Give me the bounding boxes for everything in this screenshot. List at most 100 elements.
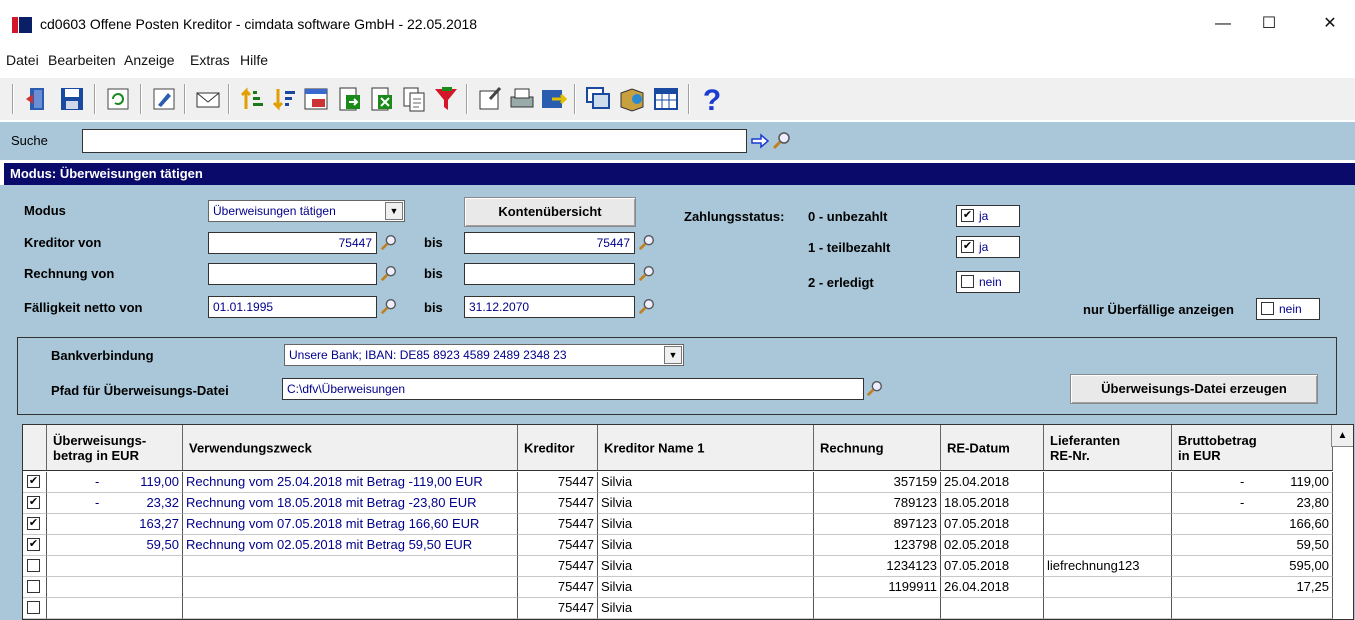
table-cell-rechnung[interactable]: 1199911 bbox=[814, 577, 941, 598]
menu-datei[interactable]: Datei bbox=[6, 52, 39, 68]
magnifier-icon[interactable] bbox=[380, 297, 398, 315]
table-cell-lief[interactable] bbox=[1044, 514, 1172, 535]
table-cell-brutto[interactable]: 166,60 bbox=[1172, 514, 1333, 535]
table-cell-lief[interactable]: liefrechnung123 bbox=[1044, 556, 1172, 577]
checkbox-unchecked-icon[interactable] bbox=[1261, 302, 1274, 315]
scroll-up-icon[interactable]: ▲ bbox=[1331, 425, 1353, 447]
checkbox-checked-icon[interactable]: ✔ bbox=[27, 496, 40, 509]
exit-icon[interactable] bbox=[24, 85, 52, 113]
search-input[interactable] bbox=[82, 129, 747, 153]
table-cell-kreditor[interactable]: 75447 bbox=[518, 493, 598, 514]
table-cell-betrag[interactable] bbox=[47, 598, 183, 619]
table-cell-zweck[interactable] bbox=[183, 556, 518, 577]
bank-select[interactable]: Unsere Bank; IBAN: DE85 8923 4589 2489 2… bbox=[284, 344, 684, 366]
book-icon[interactable] bbox=[618, 85, 646, 113]
table-cell-kreditor[interactable]: 75447 bbox=[518, 556, 598, 577]
table-cell-name[interactable]: Silvia bbox=[598, 493, 814, 514]
properties-icon[interactable] bbox=[476, 85, 504, 113]
table-cell-betrag[interactable] bbox=[47, 556, 183, 577]
maximize-button[interactable]: ☐ bbox=[1246, 8, 1292, 40]
table-cell-lief[interactable] bbox=[1044, 535, 1172, 556]
column-header-kreditor[interactable]: Kreditor bbox=[518, 425, 598, 471]
table-cell-brutto[interactable]: 59,50 bbox=[1172, 535, 1333, 556]
pfad-field[interactable]: C:\dfv\Überweisungen bbox=[282, 378, 864, 400]
table-cell-zweck[interactable]: Rechnung vom 07.05.2018 mit Betrag 166,6… bbox=[183, 514, 518, 535]
table-cell-kreditor[interactable]: 75447 bbox=[518, 535, 598, 556]
sort-asc-icon[interactable] bbox=[238, 85, 266, 113]
table-cell-betrag[interactable]: - 119,00 bbox=[47, 472, 183, 493]
magnifier-icon[interactable] bbox=[638, 264, 656, 282]
checkbox-checked-icon[interactable]: ✔ bbox=[27, 517, 40, 530]
magnifier-icon[interactable] bbox=[772, 130, 792, 150]
table-cell-kreditor[interactable]: 75447 bbox=[518, 514, 598, 535]
table-cell-lief[interactable] bbox=[1044, 493, 1172, 514]
checkbox-checked-icon[interactable]: ✔ bbox=[961, 240, 974, 253]
table-cell-rechnung[interactable]: 897123 bbox=[814, 514, 941, 535]
magnifier-icon[interactable] bbox=[380, 233, 398, 251]
close-button[interactable]: ✕ bbox=[1307, 8, 1353, 40]
edit-icon[interactable] bbox=[150, 85, 178, 113]
checkbox-checked-icon[interactable]: ✔ bbox=[27, 538, 40, 551]
rechnung-from-field[interactable] bbox=[208, 263, 377, 285]
arrow-right-icon[interactable] bbox=[750, 131, 770, 151]
table-cell-kreditor[interactable]: 75447 bbox=[518, 577, 598, 598]
ueberfaellige-checkbox[interactable]: nein bbox=[1256, 298, 1320, 320]
table-cell-datum[interactable]: 18.05.2018 bbox=[941, 493, 1044, 514]
table-cell-betrag[interactable]: 59,50 bbox=[47, 535, 183, 556]
save-icon[interactable] bbox=[58, 85, 86, 113]
kreditor-from-field[interactable]: 75447 bbox=[208, 232, 377, 254]
table-cell-rechnung[interactable] bbox=[814, 598, 941, 619]
table-cell-rechnung[interactable]: 357159 bbox=[814, 472, 941, 493]
table-cell-name[interactable]: Silvia bbox=[598, 514, 814, 535]
status-erledigt-checkbox[interactable]: nein bbox=[956, 271, 1020, 293]
table-cell-lief[interactable] bbox=[1044, 472, 1172, 493]
column-header-verwendungszweck[interactable]: Verwendungszweck bbox=[183, 425, 518, 471]
rechnung-to-field[interactable] bbox=[464, 263, 635, 285]
menu-anzeige[interactable]: Anzeige bbox=[124, 52, 175, 68]
table-cell-zweck[interactable]: Rechnung vom 25.04.2018 mit Betrag -119,… bbox=[183, 472, 518, 493]
column-header-bruttobetrag[interactable]: Bruttobetrag in EUR bbox=[1172, 425, 1333, 471]
menu-extras[interactable]: Extras bbox=[190, 52, 230, 68]
column-header-re-datum[interactable]: RE-Datum bbox=[941, 425, 1044, 471]
column-header-kreditor-name[interactable]: Kreditor Name 1 bbox=[598, 425, 814, 471]
checkbox-unchecked-icon[interactable] bbox=[27, 559, 40, 572]
magnifier-icon[interactable] bbox=[638, 233, 656, 251]
export-icon[interactable] bbox=[336, 85, 364, 113]
transfer-icon[interactable] bbox=[540, 85, 568, 113]
faelligkeit-from-field[interactable]: 01.01.1995 bbox=[208, 296, 377, 318]
table-cell-zweck[interactable] bbox=[183, 577, 518, 598]
minimize-button[interactable]: — bbox=[1200, 8, 1246, 40]
table-cell-datum[interactable]: 07.05.2018 bbox=[941, 514, 1044, 535]
magnifier-icon[interactable] bbox=[866, 379, 884, 397]
table-cell-brutto[interactable] bbox=[1172, 598, 1333, 619]
column-header-rechnung[interactable]: Rechnung bbox=[814, 425, 941, 471]
table-cell-brutto[interactable]: 595,00 bbox=[1172, 556, 1333, 577]
table-cell-rechnung[interactable]: 123798 bbox=[814, 535, 941, 556]
status-unbezahlt-checkbox[interactable]: ✔ ja bbox=[956, 205, 1020, 227]
table-cell-name[interactable]: Silvia bbox=[598, 535, 814, 556]
ueberweisungs-datei-erzeugen-button[interactable]: Überweisungs-Datei erzeugen bbox=[1070, 374, 1318, 404]
chevron-down-icon[interactable]: ▼ bbox=[385, 202, 403, 220]
table-cell-name[interactable]: Silvia bbox=[598, 472, 814, 493]
help-icon[interactable]: ? bbox=[698, 85, 726, 113]
table-cell-brutto[interactable]: - 119,00 bbox=[1172, 472, 1333, 493]
table-cell-datum[interactable]: 26.04.2018 bbox=[941, 577, 1044, 598]
table-cell-zweck[interactable]: Rechnung vom 18.05.2018 mit Betrag -23,8… bbox=[183, 493, 518, 514]
table-cell-zweck[interactable]: Rechnung vom 02.05.2018 mit Betrag 59,50… bbox=[183, 535, 518, 556]
table-cell-kreditor[interactable]: 75447 bbox=[518, 598, 598, 619]
modus-select[interactable]: Überweisungen tätigen ▼ bbox=[208, 200, 405, 222]
table-cell-name[interactable]: Silvia bbox=[598, 598, 814, 619]
table-cell-name[interactable]: Silvia bbox=[598, 577, 814, 598]
chevron-down-icon[interactable]: ▼ bbox=[664, 346, 682, 364]
table-icon[interactable] bbox=[652, 85, 680, 113]
table-cell-betrag[interactable]: - 23,32 bbox=[47, 493, 183, 514]
table-cell-rechnung[interactable]: 1234123 bbox=[814, 556, 941, 577]
checkbox-checked-icon[interactable]: ✔ bbox=[961, 209, 974, 222]
table-cell-zweck[interactable] bbox=[183, 598, 518, 619]
checkbox-checked-icon[interactable]: ✔ bbox=[27, 475, 40, 488]
print-icon[interactable] bbox=[508, 85, 536, 113]
table-cell-betrag[interactable]: 163,27 bbox=[47, 514, 183, 535]
kreditor-to-field[interactable]: 75447 bbox=[464, 232, 635, 254]
table-cell-datum[interactable] bbox=[941, 598, 1044, 619]
table-cell-lief[interactable] bbox=[1044, 577, 1172, 598]
